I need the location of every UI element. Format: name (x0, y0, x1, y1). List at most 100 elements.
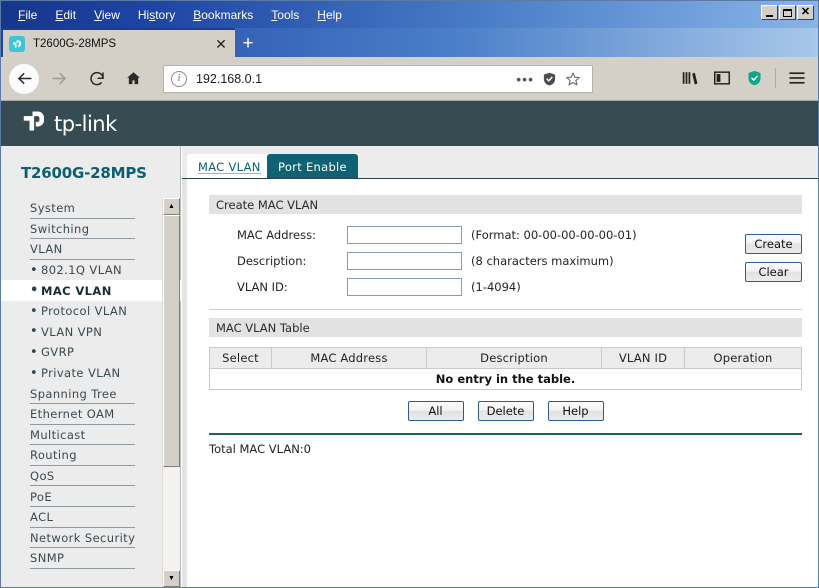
tab-port-enable-label: Port Enable (278, 159, 347, 174)
sidebar-item-label: Spanning Tree (30, 386, 117, 401)
menu-item-help[interactable]: Help (308, 6, 351, 24)
sidebar-item-label: System (30, 201, 76, 216)
new-tab-button[interactable]: + (237, 32, 259, 54)
main-content: MAC VLAN Port Enable Create MAC VLAN MAC… (182, 146, 818, 587)
mac-address-label: MAC Address: (237, 228, 316, 242)
sidebar-item-ethernet-oam[interactable]: Ethernet OAM (1, 404, 181, 425)
create-form: MAC Address: (Format: 00-00-00-00-00-01)… (209, 214, 802, 300)
sidebar-item-switching[interactable]: Switching (1, 219, 181, 240)
browser-tab[interactable]: T2600G-28MPS ✕ (3, 28, 235, 57)
sidebar-item-spanning-tree[interactable]: Spanning Tree (1, 383, 181, 404)
sidebar-item-routing[interactable]: Routing (1, 445, 181, 466)
create-button[interactable]: Create (745, 234, 802, 254)
bullet-icon: • (30, 303, 39, 319)
window-controls: ✕ (761, 5, 814, 20)
sidebar-item-vlan[interactable]: VLAN (1, 239, 181, 260)
menu-bar: File Edit View History Bookmarks Tools H… (1, 1, 351, 28)
vlan-id-label: VLAN ID: (237, 280, 288, 294)
scrollbar-thumb[interactable] (163, 215, 180, 467)
bookmark-star-icon[interactable] (561, 71, 585, 87)
star-glyph (566, 71, 580, 85)
maximize-button[interactable] (779, 5, 796, 20)
sidebar-item-label: SNMP (30, 551, 65, 566)
sidebar-item-private-vlan[interactable]: • Private VLAN (1, 363, 181, 384)
tab-port-enable[interactable]: Port Enable (267, 154, 358, 179)
sidebar-item-label: Protocol VLAN (41, 304, 128, 319)
title-bar: File Edit View History Bookmarks Tools H… (1, 1, 818, 28)
form-row-mac-address: MAC Address: (Format: 00-00-00-00-00-01) (209, 222, 802, 248)
vlan-id-input[interactable] (347, 278, 462, 296)
bullet-icon: • (30, 283, 39, 299)
scroll-down-arrow-icon[interactable]: ▼ (163, 570, 180, 587)
bullet-icon: • (30, 324, 39, 340)
description-input[interactable] (347, 252, 462, 270)
url-input[interactable]: 192.168.0.1 (196, 72, 512, 86)
menu-item-bookmarks[interactable]: Bookmarks (184, 6, 262, 24)
tab-mac-vlan[interactable]: MAC VLAN (187, 154, 272, 179)
help-button[interactable]: Help (547, 401, 604, 421)
form-row-description: Description: (8 characters maximum) (209, 248, 802, 274)
forward-button[interactable] (43, 63, 75, 95)
sidebar-item-protocol-vlan[interactable]: • Protocol VLAN (1, 301, 181, 322)
page-actions-icon[interactable]: ••• (512, 72, 538, 86)
menu-item-file[interactable]: File (9, 6, 46, 24)
tplink-favicon-icon (9, 35, 25, 52)
menu-item-tools[interactable]: Tools (262, 6, 308, 24)
close-icon: ✕ (800, 6, 811, 18)
sidebar-item-label: Network Security (30, 530, 136, 545)
minimize-button[interactable] (761, 5, 778, 20)
total-divider (209, 433, 802, 435)
delete-button[interactable]: Delete (477, 401, 534, 421)
home-button[interactable] (117, 63, 149, 95)
sidebar-item-label: PoE (30, 489, 53, 504)
library-button[interactable] (675, 63, 705, 93)
scrollbar-track[interactable] (163, 215, 180, 570)
sidebar-item-label: VLAN VPN (41, 324, 103, 339)
sidebar-item-gvrp[interactable]: • GVRP (1, 342, 181, 363)
mac-address-input[interactable] (347, 226, 462, 244)
scroll-up-arrow-icon[interactable]: ▲ (163, 198, 180, 215)
table-actions: All Delete Help (209, 401, 802, 421)
tab-close-icon[interactable]: ✕ (213, 37, 229, 51)
sidebar-item-multicast[interactable]: Multicast (1, 425, 181, 446)
sidebar-item-poe[interactable]: PoE (1, 486, 181, 507)
form-divider (209, 309, 802, 310)
sidebar-toggle-button[interactable] (707, 63, 737, 93)
menu-item-view[interactable]: View (85, 6, 129, 24)
sidebar-item-system[interactable]: System (1, 198, 181, 219)
sidebar-item-snmp[interactable]: SNMP (1, 548, 181, 569)
page-info-icon[interactable]: i (171, 70, 187, 87)
sidebar-item-vlan-vpn[interactable]: • VLAN VPN (1, 322, 181, 343)
sidebar-item-network-security[interactable]: Network Security (1, 528, 181, 549)
content-tab-bar: MAC VLAN Port Enable (182, 146, 818, 179)
back-button[interactable] (9, 63, 39, 94)
select-all-button[interactable]: All (407, 401, 464, 421)
url-bar[interactable]: i 192.168.0.1 ••• (163, 64, 593, 93)
sidebar-item-label: Switching (30, 221, 90, 236)
reload-button[interactable] (81, 63, 113, 95)
close-button[interactable]: ✕ (797, 5, 814, 20)
content-panel: Create MAC VLAN MAC Address: (Format: 00… (182, 179, 818, 587)
clear-button[interactable]: Clear (745, 262, 802, 282)
tab-active-underline (198, 173, 261, 174)
sidebar-item-qos[interactable]: QoS (1, 466, 181, 487)
app-menu-button[interactable] (782, 63, 812, 93)
bullet-icon: • (30, 344, 39, 360)
description-hint: (8 characters maximum) (471, 254, 614, 268)
shield-glyph (543, 72, 556, 85)
tracking-shield-icon[interactable] (538, 71, 561, 87)
sidebar-item-label: MAC VLAN (41, 283, 112, 298)
sidebar-item-802-1q-vlan[interactable]: • 802.1Q VLAN (1, 260, 181, 281)
menu-item-history[interactable]: History (129, 6, 184, 24)
page-viewport: tp-link T2600G-28MPS System Switching VLAN… (1, 101, 818, 587)
brand-name: tp-link (54, 111, 117, 136)
sidebar-scrollbar[interactable]: ▲ ▼ (162, 198, 180, 587)
sidebar-item-label: Ethernet OAM (30, 407, 115, 422)
menu-item-edit[interactable]: Edit (46, 6, 85, 24)
privacy-shield-button[interactable] (739, 63, 769, 93)
reload-icon (90, 71, 104, 85)
sidebar-item-mac-vlan[interactable]: • MAC VLAN (1, 280, 181, 301)
sidebar-icon (714, 71, 730, 85)
create-actions: Create Clear (745, 234, 802, 282)
sidebar-item-acl[interactable]: ACL (1, 507, 181, 528)
